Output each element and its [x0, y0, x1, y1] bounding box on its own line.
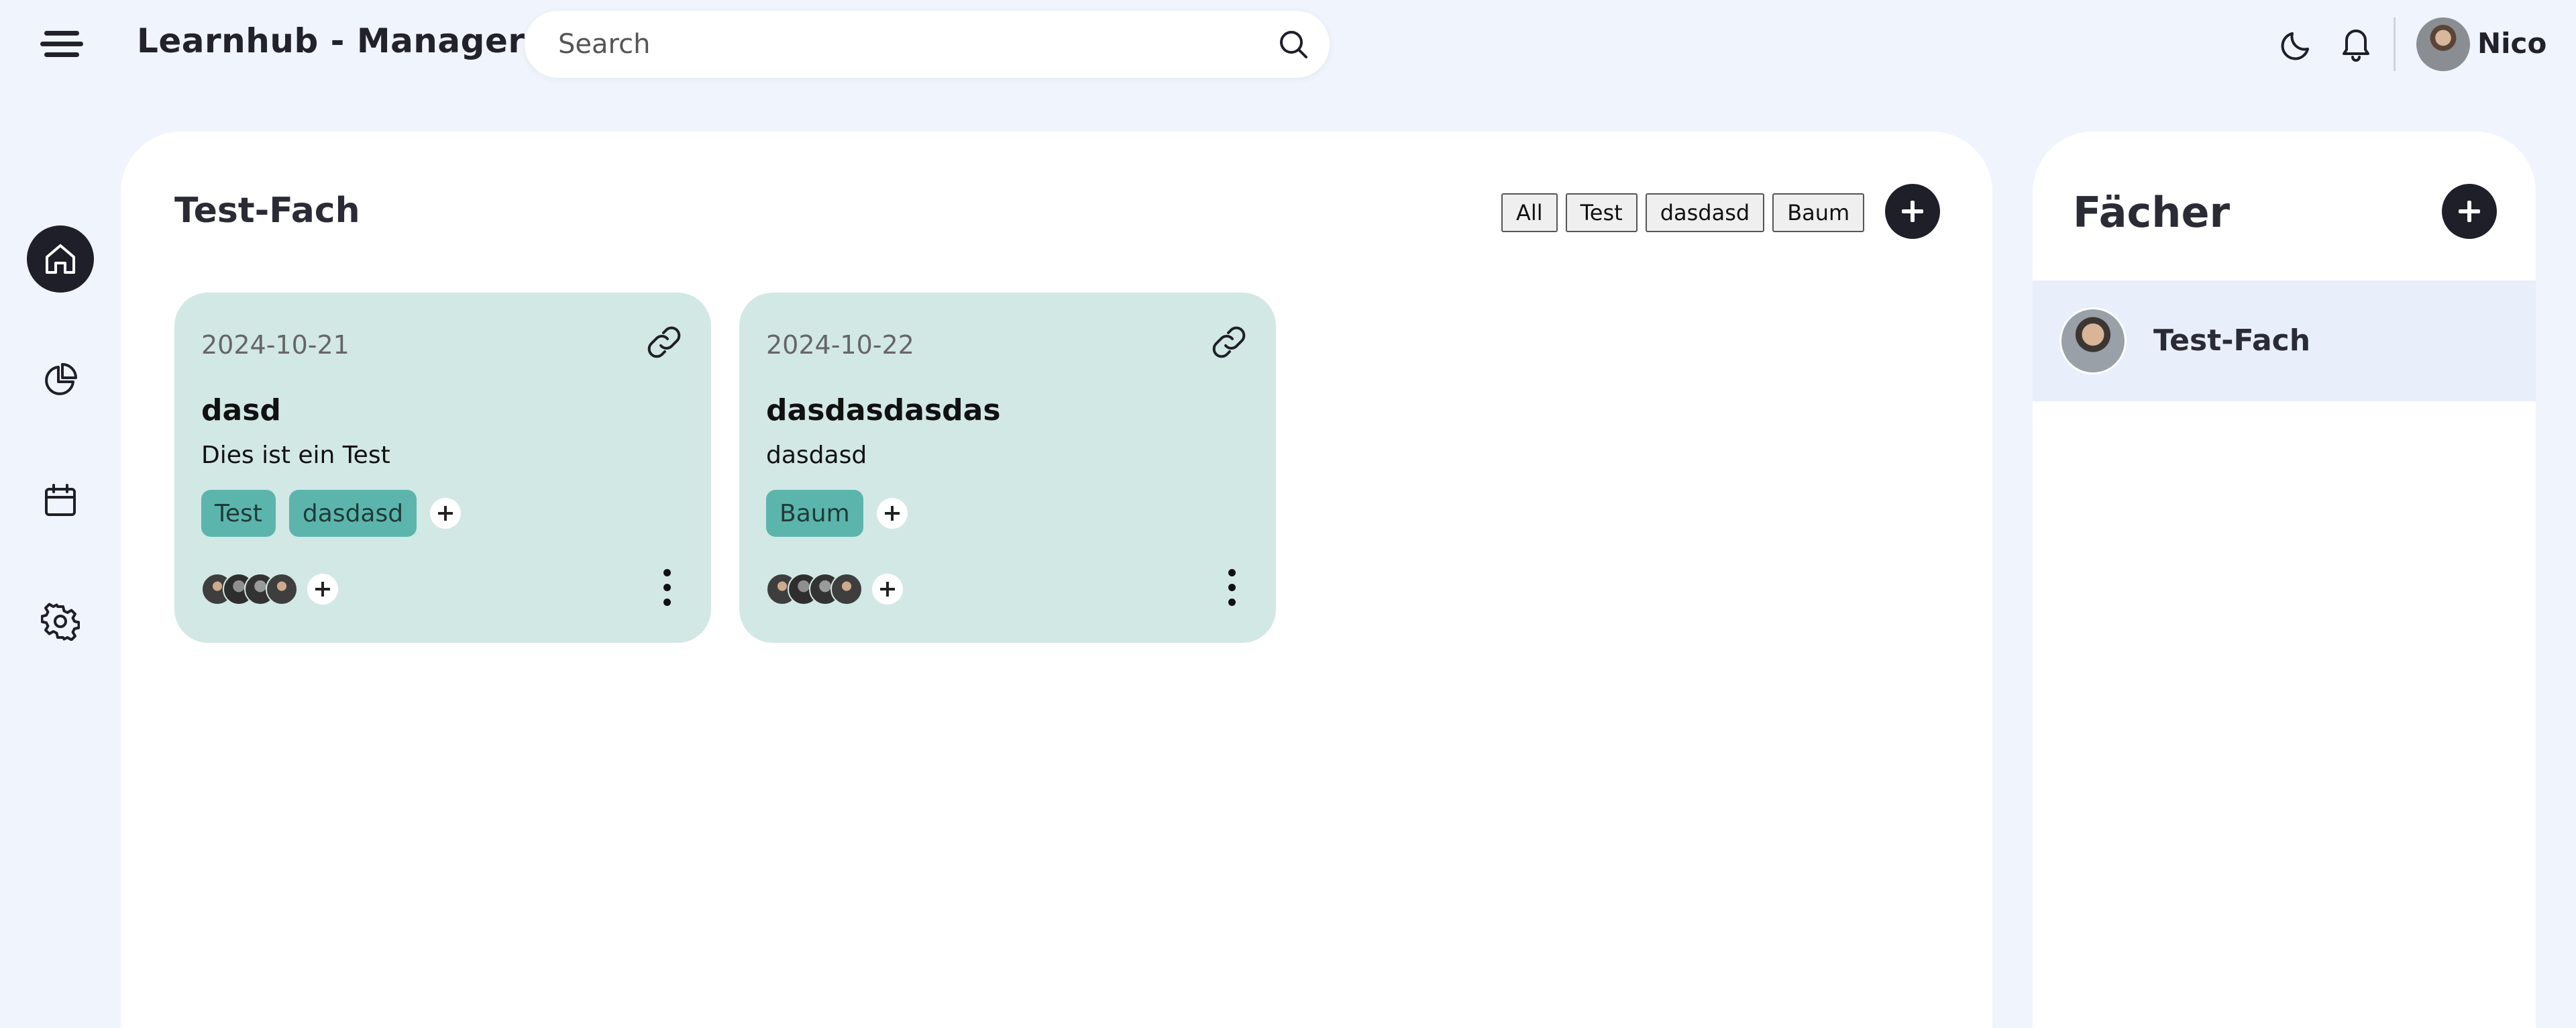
card-members — [201, 573, 338, 605]
tag-chip[interactable]: Test — [201, 490, 276, 537]
app-title: Learnhub - Manager — [137, 21, 525, 60]
card-description: dasdasd — [766, 442, 867, 469]
card-tags: Baum — [766, 490, 908, 537]
card-members — [766, 573, 903, 605]
task-card[interactable]: 2024-10-21 dasd Dies ist ein Test Test d… — [174, 293, 711, 643]
top-bar: Learnhub - Manager Nico — [0, 0, 2576, 89]
user-name[interactable]: Nico — [2477, 27, 2546, 60]
filter-baum-button[interactable]: Baum — [1772, 193, 1865, 232]
sidebar-item-home[interactable] — [27, 225, 94, 293]
moon-icon[interactable] — [2278, 25, 2316, 63]
subject-label: Test-Fach — [2153, 323, 2311, 358]
main-panel: Test-Fach All Test dasdasd Baum 2024-10-… — [121, 132, 1992, 1028]
tag-chip[interactable]: dasdasd — [288, 490, 417, 537]
sidebar-item-calendar[interactable] — [27, 467, 94, 534]
card-title: dasdasdasdas — [766, 393, 1001, 427]
add-tag-button[interactable] — [430, 498, 462, 529]
filter-all-button[interactable]: All — [1501, 193, 1558, 232]
task-card[interactable]: 2024-10-22 dasdasdasdas dasdasd Baum — [739, 293, 1276, 643]
subjects-title: Fächer — [2073, 188, 2231, 237]
card-tags: Test dasdasd — [201, 490, 462, 537]
add-tag-button[interactable] — [876, 498, 908, 529]
menu-icon[interactable] — [38, 27, 86, 62]
sidebar-item-settings[interactable] — [27, 588, 94, 655]
filter-bar: All Test dasdasd Baum — [1501, 193, 1865, 232]
tag-chip[interactable]: Baum — [766, 490, 863, 537]
pie-chart-icon — [45, 363, 77, 395]
add-member-button[interactable] — [307, 574, 338, 605]
link-icon[interactable] — [644, 322, 684, 362]
home-icon — [46, 244, 75, 274]
user-avatar[interactable] — [2416, 17, 2470, 71]
page-title: Test-Fach — [174, 191, 360, 231]
card-description: Dies ist ein Test — [201, 442, 390, 469]
more-vertical-icon[interactable] — [1225, 568, 1238, 608]
link-icon[interactable] — [1209, 322, 1249, 362]
add-member-button[interactable] — [872, 574, 903, 605]
filter-test-button[interactable]: Test — [1565, 193, 1638, 232]
subject-avatar — [2059, 307, 2127, 374]
more-vertical-icon[interactable] — [660, 568, 674, 608]
card-date: 2024-10-21 — [201, 330, 350, 360]
card-title: dasd — [201, 393, 281, 427]
search-icon[interactable] — [1277, 28, 1309, 60]
add-card-button[interactable] — [1885, 184, 1940, 239]
member-avatar — [266, 573, 298, 605]
gear-icon — [41, 603, 80, 641]
subjects-panel: Fächer Test-Fach — [2033, 132, 2536, 1028]
search-bar — [525, 11, 1330, 78]
add-subject-button[interactable] — [2442, 184, 2497, 239]
header-divider — [2394, 17, 2396, 71]
filter-dasdasd-button[interactable]: dasdasd — [1645, 193, 1765, 232]
member-avatar — [830, 573, 863, 605]
card-date: 2024-10-22 — [766, 330, 914, 360]
subject-item[interactable]: Test-Fach — [2033, 280, 2536, 401]
bell-icon[interactable] — [2337, 23, 2375, 63]
sidebar-item-statistics[interactable] — [27, 346, 94, 413]
search-input[interactable] — [558, 11, 1242, 78]
calendar-icon — [45, 484, 76, 516]
